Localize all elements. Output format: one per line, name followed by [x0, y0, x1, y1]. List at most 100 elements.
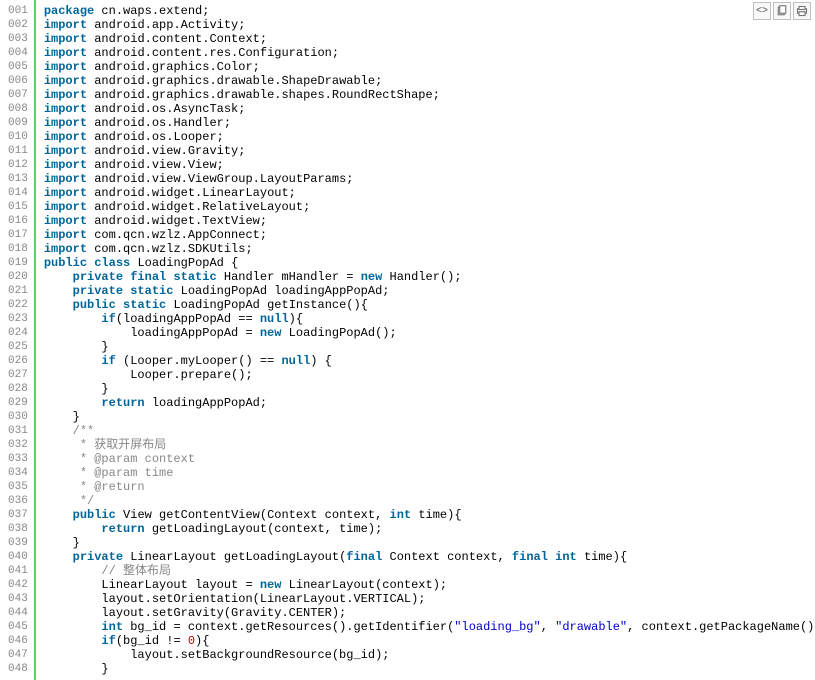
code-line: import android.content.Context;	[44, 32, 815, 46]
code-line: import android.graphics.drawable.ShapeDr…	[44, 74, 815, 88]
code-line: loadingAppPopAd = new LoadingPopAd();	[44, 326, 815, 340]
code-line: import com.qcn.wzlz.SDKUtils;	[44, 242, 815, 256]
print-button[interactable]	[793, 2, 811, 20]
line-number: 014	[8, 186, 28, 200]
line-number: 040	[8, 550, 28, 564]
line-number: 015	[8, 200, 28, 214]
code-line: * @return	[44, 480, 815, 494]
code-line: package cn.waps.extend;	[44, 4, 815, 18]
code-line: /**	[44, 424, 815, 438]
line-number: 016	[8, 214, 28, 228]
code-line: import android.widget.LinearLayout;	[44, 186, 815, 200]
line-number: 007	[8, 88, 28, 102]
code-line: return getLoadingLayout(context, time);	[44, 522, 815, 536]
line-number: 048	[8, 662, 28, 676]
line-number: 001	[8, 4, 28, 18]
code-line: import android.content.res.Configuration…	[44, 46, 815, 60]
code-line: private final static Handler mHandler = …	[44, 270, 815, 284]
code-line: import android.widget.RelativeLayout;	[44, 200, 815, 214]
line-number: 005	[8, 60, 28, 74]
line-number: 038	[8, 522, 28, 536]
code-line: }	[44, 536, 815, 550]
code-line: * 获取开屏布局	[44, 438, 815, 452]
line-number: 022	[8, 298, 28, 312]
code-line: import android.os.Looper;	[44, 130, 815, 144]
line-number: 010	[8, 130, 28, 144]
code-line: }	[44, 340, 815, 354]
line-number: 039	[8, 536, 28, 550]
copy-button[interactable]	[773, 2, 791, 20]
code-line: }	[44, 410, 815, 424]
line-number: 030	[8, 410, 28, 424]
code-line: layout.setBackgroundResource(bg_id);	[44, 648, 815, 662]
line-number: 026	[8, 354, 28, 368]
code-line: import android.graphics.Color;	[44, 60, 815, 74]
line-number: 041	[8, 564, 28, 578]
code-icon: <>	[756, 6, 768, 17]
code-line: return loadingAppPopAd;	[44, 396, 815, 410]
code-line: import android.graphics.drawable.shapes.…	[44, 88, 815, 102]
line-number: 029	[8, 396, 28, 410]
code-body[interactable]: package cn.waps.extend;import android.ap…	[36, 0, 815, 680]
code-line: layout.setOrientation(LinearLayout.VERTI…	[44, 592, 815, 606]
code-line: * @param time	[44, 466, 815, 480]
line-number: 031	[8, 424, 28, 438]
code-line: if (Looper.myLooper() == null) {	[44, 354, 815, 368]
code-block: 0010020030040050060070080090100110120130…	[0, 0, 815, 680]
code-line: int bg_id = context.getResources().getId…	[44, 620, 815, 634]
line-number: 002	[8, 18, 28, 32]
code-line: LinearLayout layout = new LinearLayout(c…	[44, 578, 815, 592]
line-number: 017	[8, 228, 28, 242]
code-toolbar: <>	[753, 2, 811, 20]
line-number: 019	[8, 256, 28, 270]
code-line: public static LoadingPopAd getInstance()…	[44, 298, 815, 312]
line-number: 006	[8, 74, 28, 88]
line-number: 023	[8, 312, 28, 326]
line-number: 003	[8, 32, 28, 46]
line-number: 046	[8, 634, 28, 648]
code-line: */	[44, 494, 815, 508]
code-line: }	[44, 662, 815, 676]
line-number: 009	[8, 116, 28, 130]
line-number: 025	[8, 340, 28, 354]
line-number: 028	[8, 382, 28, 396]
line-number: 011	[8, 144, 28, 158]
code-line: // 整体布局	[44, 564, 815, 578]
line-number: 035	[8, 480, 28, 494]
line-number: 013	[8, 172, 28, 186]
line-number: 004	[8, 46, 28, 60]
copy-icon	[776, 5, 788, 17]
line-number: 020	[8, 270, 28, 284]
code-line: import android.widget.TextView;	[44, 214, 815, 228]
code-line: import android.os.Handler;	[44, 116, 815, 130]
line-number: 033	[8, 452, 28, 466]
line-number: 045	[8, 620, 28, 634]
line-number: 027	[8, 368, 28, 382]
code-line: }	[44, 382, 815, 396]
code-line: if(bg_id != 0){	[44, 634, 815, 648]
line-number: 047	[8, 648, 28, 662]
code-line: import android.app.Activity;	[44, 18, 815, 32]
line-number: 037	[8, 508, 28, 522]
view-source-button[interactable]: <>	[753, 2, 771, 20]
line-number-gutter: 0010020030040050060070080090100110120130…	[0, 0, 36, 680]
print-icon	[796, 5, 808, 17]
code-line: import android.view.View;	[44, 158, 815, 172]
code-line: if(loadingAppPopAd == null){	[44, 312, 815, 326]
code-line: Looper.prepare();	[44, 368, 815, 382]
line-number: 036	[8, 494, 28, 508]
line-number: 034	[8, 466, 28, 480]
code-line: layout.setGravity(Gravity.CENTER);	[44, 606, 815, 620]
line-number: 044	[8, 606, 28, 620]
line-number: 032	[8, 438, 28, 452]
code-line: public View getContentView(Context conte…	[44, 508, 815, 522]
code-line: import com.qcn.wzlz.AppConnect;	[44, 228, 815, 242]
line-number: 042	[8, 578, 28, 592]
code-line: * @param context	[44, 452, 815, 466]
line-number: 008	[8, 102, 28, 116]
code-line: import android.view.Gravity;	[44, 144, 815, 158]
line-number: 024	[8, 326, 28, 340]
code-line: import android.os.AsyncTask;	[44, 102, 815, 116]
line-number: 021	[8, 284, 28, 298]
code-line: private static LoadingPopAd loadingAppPo…	[44, 284, 815, 298]
